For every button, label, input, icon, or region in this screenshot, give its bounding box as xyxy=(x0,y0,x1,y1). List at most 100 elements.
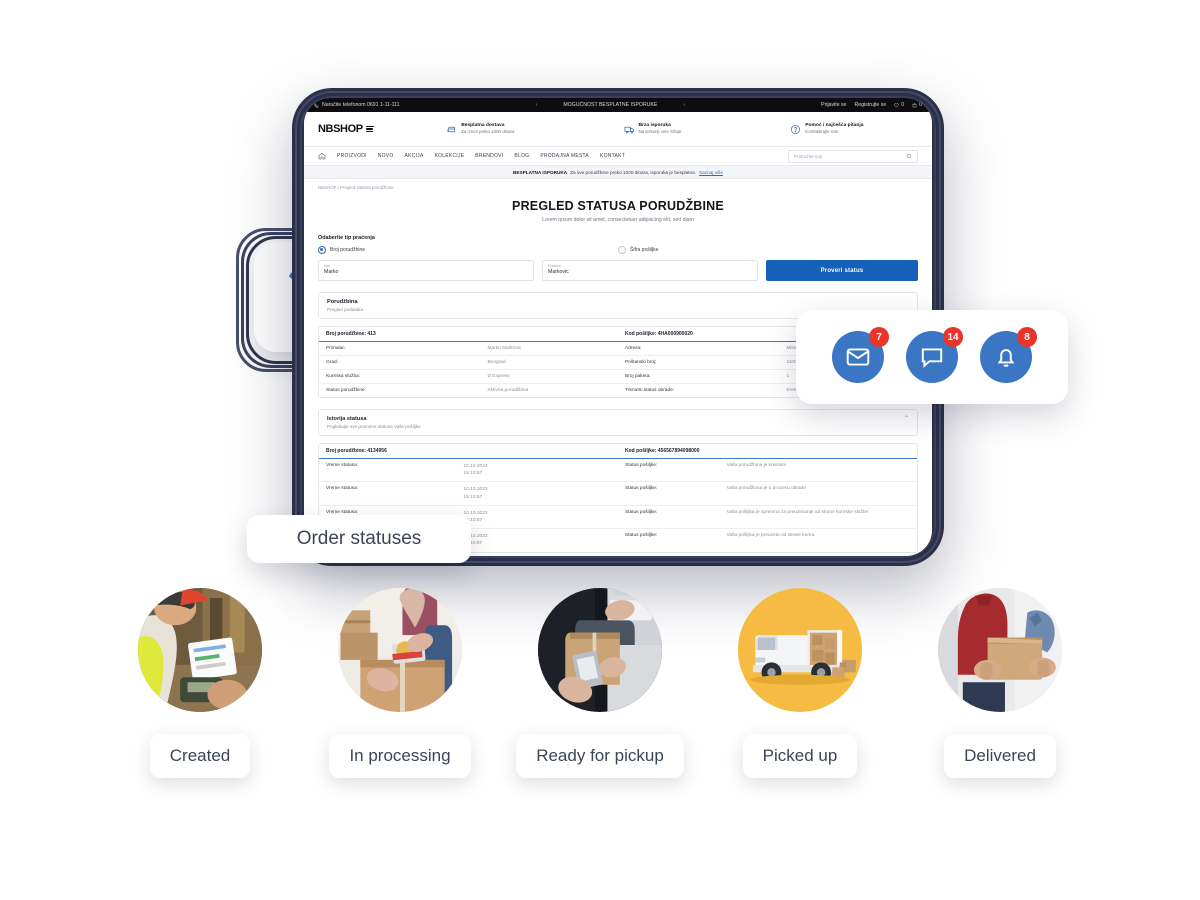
cell-date: 10.10.2023 xyxy=(463,464,488,469)
nav-item-prodajna-mesta[interactable]: PRODAJNA MESTA xyxy=(540,153,589,159)
cell-status-value: Vaša porudžbina je u procesu obrade xyxy=(726,486,807,492)
order-panel-desc: Pregled podataka xyxy=(327,307,364,312)
announcement-next-icon[interactable]: › xyxy=(683,102,685,108)
announcement-text: MOGUĆNOST BESPLATNE ISPORUKE xyxy=(563,102,658,108)
truck-icon xyxy=(624,126,634,133)
tracking-type-radios: Broj porudžbine Šifra pošiljke xyxy=(318,246,918,254)
chevron-up-icon[interactable]: ⌃ xyxy=(904,416,909,422)
promo-text: Za sve porudžbine preko 1000 dinara, isp… xyxy=(570,169,697,175)
feature-help: Pomoć i najčešća pitanja Kontaktirajte na… xyxy=(790,123,863,135)
phone-icon xyxy=(314,103,319,108)
warehouse-scanning-illustration xyxy=(138,588,262,712)
taping-box-illustration xyxy=(338,588,462,712)
site-header: NBSHOP Besplatna dostava Za iznos preko 1… xyxy=(304,112,932,146)
delivery-van-photo xyxy=(738,588,862,712)
handover-box-photo xyxy=(938,588,1062,712)
nav-item-akcija[interactable]: AKCIJA xyxy=(405,153,424,159)
table-row: Vreme statusa: 10.10.202315:10:57 Status… xyxy=(319,482,917,506)
radio-on-icon xyxy=(318,246,326,254)
cell-status-value: Vaša pošiljka je preuzeta od strane kuri… xyxy=(726,533,815,539)
nav-item-blog[interactable]: BLOG xyxy=(514,153,529,159)
search-input[interactable]: Pretražite sajt xyxy=(788,149,918,163)
nav-item-proizvodi[interactable]: PROIZVODI xyxy=(337,153,367,159)
status-step-ready-for-pickup: Ready for pickup xyxy=(500,588,700,778)
scene: Naručite telefonom 0691 1-11-111 ‹ MOGUĆ… xyxy=(0,0,1200,900)
radio-shipment-code[interactable]: Šifra pošiljke xyxy=(618,246,918,254)
cell-status-key: Status pošiljke: xyxy=(624,533,658,539)
history-shipment-code-header: Kod pošiljke: 456567894098000 xyxy=(625,448,700,454)
cart-button[interactable]: 0 xyxy=(912,102,922,108)
status-label-ready-for-pickup: Ready for pickup xyxy=(516,734,684,778)
box-delivery-icon xyxy=(447,126,456,132)
cell-datetime: 10.10.2023 15:10:57 xyxy=(457,529,618,551)
cell-status-value: Vaša porudžbina je kreirana xyxy=(726,463,787,468)
site-logo[interactable]: NBSHOP xyxy=(318,123,374,135)
status-label-in-processing: In processing xyxy=(329,734,471,778)
brand-name: NBSHOP xyxy=(318,123,363,135)
notifications-widget: 7 14 8 xyxy=(796,310,1068,404)
packages-ready-illustration xyxy=(538,588,662,712)
order-panel-title: Porudžbina xyxy=(327,299,358,305)
delivery-van-illustration xyxy=(738,588,862,712)
nav-item-brendovi[interactable]: BRENDOVI xyxy=(475,153,503,159)
messages-badge: 7 xyxy=(869,327,889,347)
first-name-field[interactable]: Ime Marko xyxy=(318,260,534,281)
bell-icon xyxy=(997,349,1015,367)
cell-status-key: Status pošiljke: xyxy=(624,486,658,492)
nav-item-novo[interactable]: NOVO xyxy=(378,153,394,159)
search-icon[interactable] xyxy=(906,153,912,159)
feature-free-delivery: Besplatna dostava Za iznos preko 1000 din… xyxy=(446,123,514,135)
announcement-prev-icon[interactable]: ‹ xyxy=(536,102,538,108)
cart-icon xyxy=(912,102,917,107)
topbar-phone-text: Naručite telefonom 0691 1-11-111 xyxy=(322,102,400,108)
cell-date: 10.10.2023 xyxy=(463,487,488,493)
wishlist-button[interactable]: 0 xyxy=(894,102,904,108)
login-link[interactable]: Prijavite se xyxy=(821,102,846,108)
status-step-created: Created xyxy=(100,588,300,778)
cart-count: 0 xyxy=(919,102,922,108)
messages-button[interactable]: 7 xyxy=(832,327,889,383)
order-number-header: Broj porudžbine: 413 xyxy=(326,331,376,337)
history-order-number-header: Broj porudžbine: 4134956 xyxy=(326,448,387,454)
promo-link[interactable]: Saznaj više xyxy=(699,170,723,175)
history-panel[interactable]: Istorija statusa Pogledajte sve promene … xyxy=(318,409,918,436)
check-status-button[interactable]: Proveri status xyxy=(766,260,918,281)
radio-shipment-code-label: Šifra pošiljke xyxy=(630,247,659,253)
cell-key: Status porudžbine: xyxy=(326,388,367,393)
nav-item-kolekcije[interactable]: KOLEKCIJE xyxy=(435,153,465,159)
cell-value: Beograd xyxy=(487,360,506,365)
last-name-field[interactable]: Prezime Markovic xyxy=(542,260,758,281)
logo-cart-icon xyxy=(365,125,374,133)
cell-status-key: Status pošiljke: xyxy=(624,463,658,468)
search-placeholder: Pretražite sajt xyxy=(794,153,823,159)
help-icon xyxy=(791,124,801,134)
first-name-value: Marko xyxy=(324,268,339,275)
topbar-phone[interactable]: Naručite telefonom 0691 1-11-111 xyxy=(314,102,400,108)
register-link[interactable]: Registrujte se xyxy=(855,102,887,108)
cell-time: 15:10:57 xyxy=(463,494,483,500)
cell-key: Adresa: xyxy=(624,346,642,351)
cell-key: Broj paketa: xyxy=(624,374,651,379)
promo-strong: BESPLATNA ISPORUKA xyxy=(512,169,568,175)
wishlist-count: 0 xyxy=(901,102,905,108)
last-name-value: Markovic xyxy=(548,268,569,275)
chat-button[interactable]: 14 xyxy=(906,327,963,383)
nav-item-kontakt[interactable]: KONTAKT xyxy=(600,153,625,159)
cell-datetime: 10.10.2023 15:10:57 xyxy=(457,459,618,481)
status-steps: Created In processing Ready for pickup P… xyxy=(0,588,1200,808)
topbar-announcement: ‹ MOGUĆNOST BESPLATNE ISPORUKE › xyxy=(408,102,814,108)
radio-order-number[interactable]: Broj porudžbine xyxy=(318,246,618,254)
status-step-picked-up: Picked up xyxy=(700,588,900,778)
feature-sub: Na teritoriji cele Srbije xyxy=(638,129,682,135)
status-label-created: Created xyxy=(149,734,251,778)
home-icon[interactable] xyxy=(318,152,326,160)
handover-box-illustration xyxy=(938,588,1062,712)
alerts-button[interactable]: 8 xyxy=(980,327,1037,383)
status-label-picked-up: Picked up xyxy=(742,734,858,778)
cell-status-key: Status pošiljke: xyxy=(624,509,658,515)
status-step-in-processing: In processing xyxy=(300,588,500,778)
cell-status-value: Vaša pošiljka je spremna za preuzimanje … xyxy=(726,509,869,515)
cell-key: Trenutni status obrade: xyxy=(624,388,675,393)
tracking-form-row: Ime Marko Prezime Markovic Proveri statu… xyxy=(318,260,918,281)
cell-key: Vreme statusa: xyxy=(326,463,359,468)
